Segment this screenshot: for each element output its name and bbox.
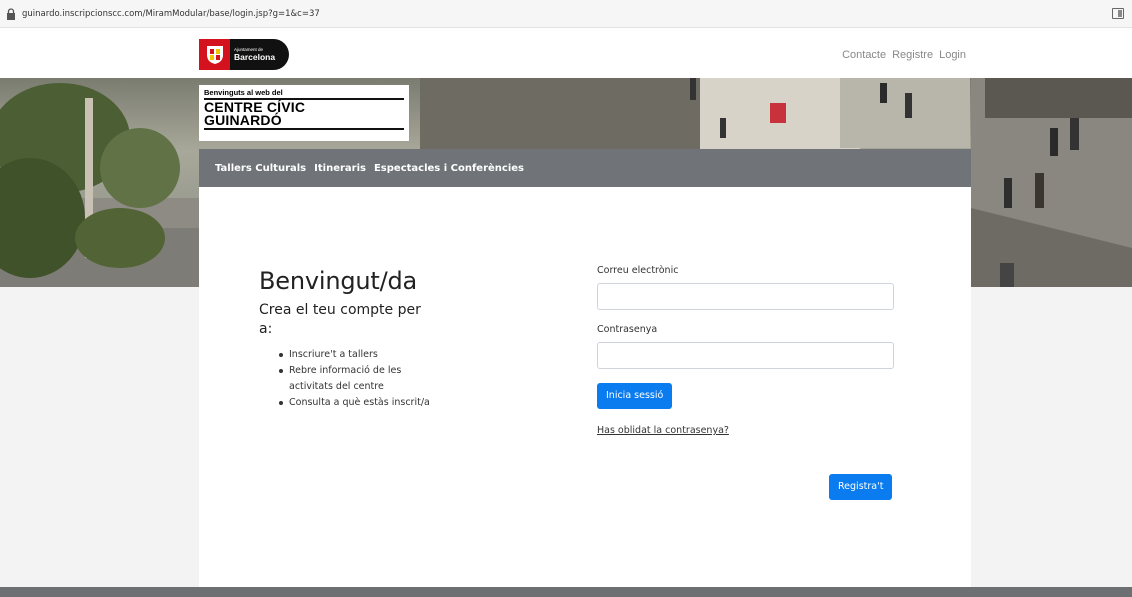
reader-mode-icon[interactable] [1112,8,1124,19]
address-bar[interactable]: guinardo.inscripcionscc.com/MiramModular… [0,0,1132,28]
url-text: guinardo.inscripcionscc.com/MiramModular… [22,8,320,19]
footer-bar [0,587,1132,597]
email-field[interactable] [597,283,894,310]
site-title-small: Benvinguts al web del [204,88,283,97]
list-item: Consulta a què estàs inscrit/a [279,395,439,411]
email-label: Correu electrònic [597,265,679,276]
ajuntament-logo[interactable]: Ajuntament de Barcelona [199,39,289,70]
list-item: Rebre informació de les activitats del c… [279,363,439,395]
lock-icon [7,7,15,20]
left-background [0,287,199,587]
register-button[interactable]: Registra't [829,474,893,500]
password-field[interactable] [597,342,894,369]
login-form: Correu electrònic Contrasenya Inicia ses… [597,265,894,436]
password-label: Contrasenya [597,324,658,335]
site-title-line2: GUINARDÓ [204,112,282,128]
section-nav: Tallers Culturals Itineraris Espectacles… [199,149,971,187]
welcome-section: Benvingut/da Crea el teu compte per a: I… [259,267,509,411]
top-nav: Contacte Registre Login [842,49,966,61]
logo-text: Ajuntament de Barcelona [234,47,276,62]
list-item: Inscriure't a tallers [279,347,439,363]
welcome-title: Benvingut/da [259,267,418,295]
title-divider [204,128,404,130]
site-header: Ajuntament de Barcelona Contacte Registr… [0,28,1132,78]
barcelona-shield-icon [199,39,230,70]
nav-espectacles-conferencies[interactable]: Espectacles i Conferències [374,163,524,174]
forgot-password-link[interactable]: Has oblidat la contrasenya? [597,425,894,436]
nav-login-link[interactable]: Login [939,49,966,61]
site-title-card[interactable]: Benvinguts al web del CENTRE CÍVIC GUINA… [199,85,409,141]
nav-contacte-link[interactable]: Contacte [842,49,886,61]
welcome-subtitle: Crea el teu compte per a: [259,302,421,337]
right-background [971,287,1132,587]
nav-itineraris[interactable]: Itineraris [314,163,366,174]
main-content: Benvingut/da Crea el teu compte per a: I… [199,187,971,587]
login-button[interactable]: Inicia sessió [597,383,673,409]
nav-tallers-culturals[interactable]: Tallers Culturals [215,163,306,174]
benefits-list: Inscriure't a tallers Rebre informació d… [259,347,439,411]
nav-registre-link[interactable]: Registre [892,49,933,61]
